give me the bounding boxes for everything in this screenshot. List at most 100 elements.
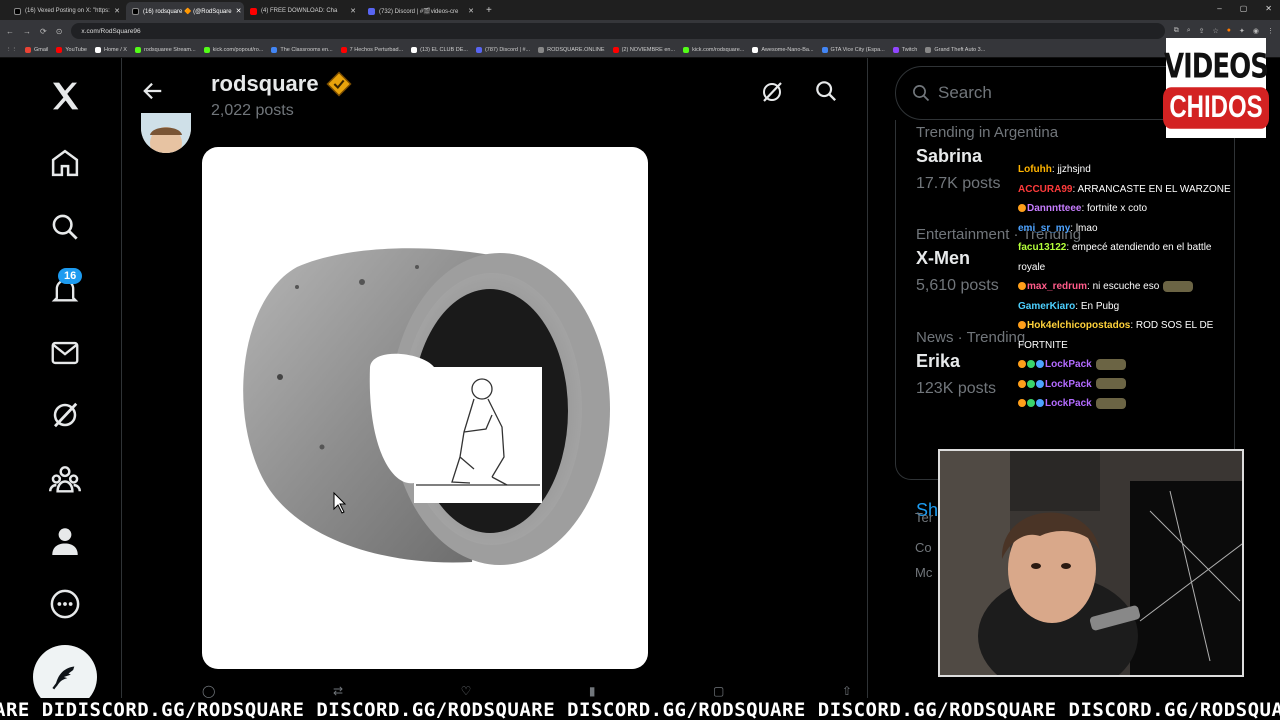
chat-username: Dannntteee — [1027, 203, 1082, 214]
bookmark-item[interactable]: (787) Discord | #... — [475, 46, 530, 53]
share-icon[interactable]: ⇪ — [1199, 27, 1205, 35]
browser-tab-bar: (16) Vexed Posting on X: "https: ✕ (16) … — [0, 0, 1280, 20]
new-tab-icon[interactable]: + — [480, 5, 498, 16]
trend-name: Erika — [916, 351, 961, 371]
bookmark-item[interactable]: (13) EL CLUB DE... — [411, 46, 468, 53]
extensions-puzzle-icon[interactable]: ✦ — [1239, 27, 1245, 35]
trend-category: Trending in Argentina — [916, 124, 1059, 141]
communities-icon[interactable] — [46, 460, 84, 498]
chat-badge-icon — [1027, 399, 1035, 408]
translate-icon[interactable]: ⧉ — [1174, 27, 1179, 35]
url-text: x.com/RodSquare96 — [81, 27, 141, 35]
bookmark-item[interactable]: YouTube — [56, 46, 87, 53]
chat-username: Lofuhh — [1018, 164, 1052, 175]
more-options-icon[interactable] — [46, 585, 84, 623]
close-window-icon[interactable]: ✕ — [1265, 4, 1272, 13]
grok-icon[interactable] — [46, 396, 84, 434]
bookmark-item[interactable]: kick.com/popout/ro... — [203, 46, 263, 53]
close-tab-icon[interactable]: ✕ — [114, 7, 120, 15]
minimize-icon[interactable]: – — [1217, 4, 1221, 13]
profile-avatar-icon[interactable]: ◉ — [1253, 27, 1259, 35]
bookmark-item[interactable]: Awesome-Nano-Ba... — [752, 46, 814, 53]
bookmark-item[interactable]: Gmail — [25, 46, 49, 53]
back-nav-icon[interactable]: ← — [6, 27, 14, 36]
menu-kebab-icon[interactable]: ⋮ — [1267, 27, 1274, 35]
post-actions: ◯ ⇄ ♡ ▮ ▢ ⇧ — [202, 684, 852, 698]
chat-badge-icon — [1018, 321, 1026, 330]
bookmark-favicon-icon — [925, 46, 932, 53]
bookmark-label: (2) NOVIEMBRE en... — [621, 46, 676, 53]
bookmark-label: Gmail — [34, 46, 49, 53]
bookmark-favicon-icon — [340, 46, 347, 53]
share-post-icon[interactable]: ⇧ — [842, 684, 852, 698]
chat-username: emi_sr_my — [1018, 222, 1071, 234]
profile-person-icon[interactable] — [46, 522, 84, 560]
close-tab-icon[interactable]: ✕ — [236, 7, 242, 15]
bookmark-label: 7 Hechos Perturbad... — [349, 46, 404, 53]
bookmark-item[interactable]: RODSQUARE.ONLINE — [538, 46, 605, 53]
post-author-avatar[interactable] — [141, 113, 191, 153]
bookmark-item[interactable]: (2) NOVIEMBRE en... — [612, 46, 676, 53]
browser-tab-active[interactable]: (16) rodsquare 🔶 (@RodSquare ✕ — [126, 2, 244, 20]
chat-text: En Pubg — [1080, 300, 1120, 312]
trend-item[interactable]: News · Trending Erika 123K posts — [916, 329, 1025, 398]
post-image[interactable] — [202, 147, 648, 669]
chat-message: Dannntteee: fortnite x coto — [1018, 199, 1240, 219]
views-chart-icon[interactable]: ▮ — [589, 684, 596, 698]
x-favicon-icon — [14, 7, 21, 15]
chat-badge-icon — [1018, 204, 1026, 213]
grok-header-icon[interactable] — [760, 80, 784, 109]
chat-message: facu13122: empecé atendiendo en el battl… — [1018, 238, 1240, 277]
chat-badge-icon — [1018, 379, 1026, 388]
extension-icon[interactable]: ● — [1227, 27, 1231, 35]
repost-icon[interactable]: ⇄ — [333, 684, 343, 698]
bookmark-item[interactable]: Home / X — [95, 46, 127, 53]
bookmark-item[interactable]: Grand Theft Auto 3... — [925, 46, 985, 53]
close-tab-icon[interactable]: ✕ — [468, 7, 474, 15]
bookmark-favicon-icon — [203, 46, 210, 53]
back-arrow-icon[interactable] — [142, 80, 164, 107]
messages-envelope-icon[interactable] — [46, 334, 84, 372]
chat-text: ARRANCASTE EN EL WARZONE — [1077, 183, 1231, 195]
bookmark-icon[interactable]: ▢ — [713, 684, 724, 698]
window-controls: – ▢ ✕ — [1217, 4, 1272, 13]
chat-username: LockPack — [1045, 398, 1092, 409]
url-field[interactable]: x.com/RodSquare96 — [71, 23, 1165, 39]
explore-search-icon[interactable] — [46, 208, 84, 246]
bookmark-item[interactable]: GTA Vice City (Espa... — [821, 46, 885, 53]
bookmark-favicon-icon — [752, 46, 759, 53]
forward-nav-icon[interactable]: → — [23, 27, 31, 36]
footer-link[interactable]: Ter — [915, 510, 933, 525]
reload-icon[interactable]: ⟳ — [40, 27, 47, 36]
trend-posts: 123K posts — [916, 380, 997, 397]
footer-link[interactable]: Mc — [915, 565, 932, 580]
maximize-icon[interactable]: ▢ — [1240, 4, 1248, 13]
left-sidebar: 16 — [0, 58, 122, 720]
chat-badge-icon — [1036, 379, 1044, 388]
browser-tab[interactable]: (4) FREE DOWNLOAD: Cha ✕ — [244, 2, 362, 20]
like-heart-icon[interactable]: ♡ — [461, 684, 472, 698]
chat-badge-icon — [1027, 379, 1035, 388]
x-logo-icon[interactable] — [46, 77, 84, 115]
footer-link[interactable]: Co — [915, 540, 932, 555]
bookmark-favicon-icon — [538, 46, 545, 53]
bookmark-item[interactable]: 7 Hechos Perturbad... — [340, 46, 404, 53]
logo-line2: CHIDOS — [1163, 87, 1269, 129]
bookmarks-bar: ⋮⋮ Gmail YouTube Home / X rodsquaree Stream… — [0, 42, 1280, 58]
bookmark-item[interactable]: Twitch — [892, 46, 917, 53]
browser-tab[interactable]: (16) Vexed Posting on X: "https: ✕ — [8, 2, 126, 20]
close-tab-icon[interactable]: ✕ — [350, 7, 356, 15]
zoom-icon[interactable]: ⌕ — [1187, 27, 1191, 35]
bookmark-item[interactable]: The Classrooms en... — [271, 46, 333, 53]
bookmark-item[interactable]: kick.com/rodsquare... — [683, 46, 744, 53]
browser-tab[interactable]: (732) Discord | #🎬videos-cre ✕ — [362, 2, 480, 20]
home-icon[interactable] — [46, 144, 84, 182]
search-profile-icon[interactable] — [815, 80, 837, 107]
chat-message: LockPack — [1018, 394, 1240, 414]
chat-username: LockPack — [1045, 359, 1092, 370]
reply-icon[interactable]: ◯ — [202, 684, 215, 698]
bookmark-star-icon[interactable]: ☆ — [1213, 27, 1219, 35]
bookmark-item[interactable]: rodsquaree Stream... — [134, 46, 196, 53]
apps-icon[interactable]: ⋮⋮ — [6, 47, 17, 53]
site-info-icon[interactable]: ⊙ — [56, 27, 63, 36]
